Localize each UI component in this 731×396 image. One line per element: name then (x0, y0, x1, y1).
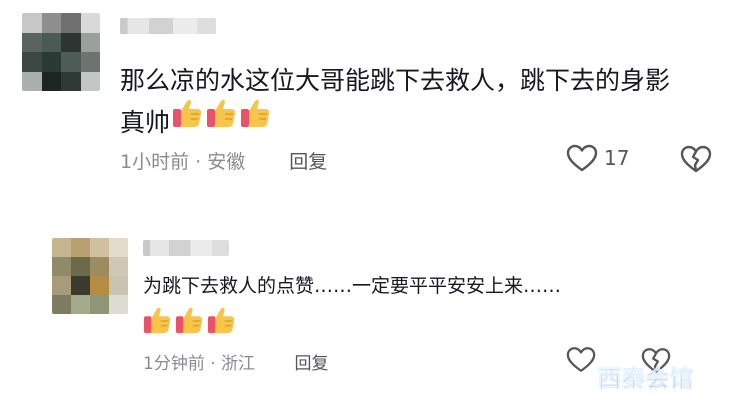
comment-item: 那么凉的水这位大哥能跳下去救人，跳下去的身影 真帅 1小时前 · 安徽 回复 17 (0, 0, 731, 200)
reply-button[interactable]: 回复 (289, 151, 327, 173)
reply-button[interactable]: 回复 (294, 354, 328, 374)
avatar[interactable] (52, 238, 128, 314)
meta-separator: · (195, 151, 202, 173)
comment-text-line: 为跳下去救人的点赞……一定要平平安安上来…… (143, 275, 562, 297)
comment-location: 浙江 (221, 354, 256, 374)
comment-time: 1小时前 (120, 151, 190, 173)
heart-outline-icon (566, 347, 596, 372)
like-button[interactable] (566, 346, 602, 373)
comment-time: 1分钟前 (143, 354, 205, 374)
emoji-group (143, 305, 236, 335)
thumbs-up-emoji (173, 99, 202, 127)
username[interactable] (120, 18, 216, 34)
thumbs-up-emoji (207, 99, 236, 127)
comment-text-line: 真帅 (120, 108, 171, 137)
broken-heart-icon[interactable] (680, 145, 712, 173)
emoji-group (172, 97, 271, 129)
comment-text: 为跳下去救人的点赞……一定要平平安安上来…… (143, 272, 561, 300)
thumbs-up-emoji (207, 307, 235, 334)
thumbs-up-emoji (175, 307, 203, 334)
heart-outline-icon (566, 144, 598, 172)
meta-separator: · (210, 354, 216, 374)
watermark: 西秦会馆 (598, 359, 694, 393)
comment-text-line: 那么凉的水这位大哥能跳下去救人，跳下去的身影 (120, 66, 671, 95)
thumbs-up-emoji (143, 307, 171, 334)
username[interactable] (143, 240, 229, 256)
comment-meta: 1分钟前 · 浙江 回复 (143, 349, 328, 374)
like-count: 17 (604, 146, 630, 170)
comment-location: 安徽 (207, 151, 246, 173)
avatar[interactable] (22, 13, 100, 91)
like-button[interactable]: 17 (566, 144, 629, 172)
thumbs-up-emoji (241, 99, 270, 127)
comment-meta: 1小时前 · 安徽 回复 (120, 147, 327, 174)
